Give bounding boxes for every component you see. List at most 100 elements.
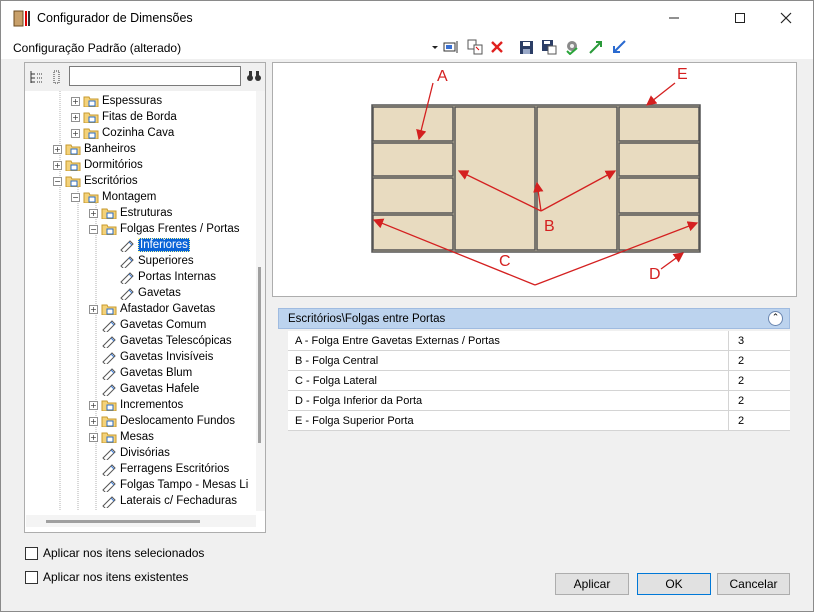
copy-config-button[interactable]: [466, 38, 484, 56]
category-tree[interactable]: + Espessuras + Fitas de Borda + Cozinha Cava +…: [26, 91, 256, 511]
import-button[interactable]: [610, 38, 628, 56]
save-as-button[interactable]: [540, 38, 558, 56]
export-button[interactable]: [587, 38, 605, 56]
apply-selected-option[interactable]: Aplicar nos itens selecionados: [25, 546, 204, 560]
tree-vertical-scrollbar[interactable]: [256, 91, 265, 511]
tree-node-label: Banheiros: [84, 143, 136, 155]
tree-expander[interactable]: +: [89, 304, 98, 314]
tree-node[interactable]: Gavetas Telescópicas: [89, 333, 232, 349]
app-icon: [13, 10, 30, 27]
tree-expander[interactable]: +: [71, 96, 80, 106]
delete-button[interactable]: [488, 38, 506, 56]
tree-node[interactable]: + Mesas: [89, 429, 154, 445]
tree-node[interactable]: + Banheiros: [53, 141, 136, 157]
tree-node[interactable]: Portas Internas: [107, 269, 216, 285]
tree-expander[interactable]: +: [89, 416, 98, 426]
tree-node[interactable]: Gavetas Comum: [89, 317, 206, 333]
tree-node-label: Escritórios: [84, 175, 138, 187]
tree-node[interactable]: Divisórias: [89, 445, 170, 461]
settings-check-button[interactable]: [563, 38, 581, 56]
apply-button[interactable]: Aplicar: [555, 573, 629, 595]
tree-expander[interactable]: −: [89, 224, 98, 234]
tree-node[interactable]: Gavetas: [107, 285, 181, 301]
window-title: Configurador de Dimensões: [37, 11, 193, 25]
tree-node-label: Gavetas Hafele: [120, 383, 200, 395]
tree-node-label: Superiores: [138, 255, 194, 267]
property-row[interactable]: C - Folga Lateral 2: [288, 371, 790, 391]
save-as-icon: [542, 40, 557, 55]
drawer-left-1: [372, 106, 454, 142]
tree-search-input[interactable]: [69, 66, 241, 86]
apply-existing-option[interactable]: Aplicar nos itens existentes: [25, 570, 188, 584]
property-row[interactable]: A - Folga Entre Gavetas Externas / Porta…: [288, 331, 790, 351]
folder-icon: [83, 112, 99, 123]
folder-icon: [83, 128, 99, 139]
tree-horizontal-scrollbar[interactable]: [26, 515, 256, 527]
property-row[interactable]: B - Folga Central 2: [288, 351, 790, 371]
tree-expander[interactable]: +: [71, 112, 80, 122]
tree-expander[interactable]: +: [89, 432, 98, 442]
tree-node[interactable]: + Incrementos: [89, 397, 183, 413]
collapse-all-button[interactable]: [48, 68, 66, 86]
config-item-icon: [102, 448, 116, 460]
tree-node[interactable]: + Dormitórios: [53, 157, 143, 173]
property-row[interactable]: E - Folga Superior Porta 2: [288, 411, 790, 431]
tree-node[interactable]: Ferragens Escritórios: [89, 461, 229, 477]
tree-node[interactable]: Laterais c/ Fechaduras: [89, 493, 237, 509]
tree-node-label: Mesas: [120, 431, 154, 443]
tree-node[interactable]: + Cozinha Cava: [71, 125, 174, 141]
expand-all-button[interactable]: [27, 68, 45, 86]
config-item-icon: [102, 496, 116, 508]
property-value[interactable]: 2: [728, 391, 790, 410]
folder-icon: [101, 400, 117, 411]
diagram-label-d: D: [649, 266, 661, 283]
tree-node[interactable]: − Folgas Frentes / Portas: [89, 221, 240, 237]
tree-node[interactable]: Gavetas Blum: [89, 365, 192, 381]
property-value[interactable]: 2: [728, 411, 790, 430]
collapse-button[interactable]: ⌃: [768, 311, 783, 326]
apply-selected-label: Aplicar nos itens selecionados: [43, 546, 205, 560]
search-button[interactable]: [245, 67, 263, 85]
tree-toolbar: [25, 63, 265, 91]
maximize-button[interactable]: [717, 1, 763, 35]
property-label: D - Folga Inferior da Porta: [295, 395, 423, 407]
tree-node[interactable]: − Escritórios: [53, 173, 138, 189]
tree-expander[interactable]: +: [71, 128, 80, 138]
ok-button[interactable]: OK: [637, 573, 711, 595]
tree-node[interactable]: Inferiores: [107, 237, 190, 253]
property-value[interactable]: 2: [728, 351, 790, 370]
close-button[interactable]: [763, 1, 809, 35]
tree-node[interactable]: + Estruturas: [89, 205, 172, 221]
apply-existing-checkbox[interactable]: [25, 570, 38, 584]
drawer-right-2: [618, 142, 700, 177]
tree-node[interactable]: − Montagem: [71, 189, 156, 205]
tree-expander[interactable]: +: [53, 144, 62, 154]
tree-expander[interactable]: −: [53, 176, 62, 186]
tree-horizontal-scroll-thumb[interactable]: [46, 520, 200, 523]
tree-node[interactable]: Gavetas Invisíveis: [89, 349, 213, 365]
tree-node[interactable]: + Fitas de Borda: [71, 109, 177, 125]
tree-expander[interactable]: +: [53, 160, 62, 170]
tree-node[interactable]: Folgas Tampo - Mesas Li: [89, 477, 248, 493]
rename-button[interactable]: [442, 38, 460, 56]
property-value[interactable]: 2: [728, 371, 790, 390]
tree-expander[interactable]: +: [89, 208, 98, 218]
tree-node[interactable]: Superiores: [107, 253, 194, 269]
property-value[interactable]: 3: [728, 331, 790, 350]
tree-expander[interactable]: +: [89, 400, 98, 410]
property-row[interactable]: D - Folga Inferior da Porta 2: [288, 391, 790, 411]
binoculars-icon: [247, 71, 261, 81]
tree-node[interactable]: Gavetas Hafele: [89, 381, 199, 397]
tree-expander[interactable]: −: [71, 192, 80, 202]
tree-node[interactable]: + Espessuras: [71, 93, 162, 109]
apply-selected-checkbox[interactable]: [25, 546, 38, 560]
minimize-button[interactable]: [651, 1, 697, 35]
folder-icon: [101, 416, 117, 427]
tree-node[interactable]: + Afastador Gavetas: [89, 301, 215, 317]
cancel-button[interactable]: Cancelar: [717, 573, 790, 595]
tree-panel: + Espessuras + Fitas de Borda + Cozinha Cava +…: [24, 62, 266, 533]
tree-vertical-scroll-thumb[interactable]: [258, 267, 261, 443]
save-button[interactable]: [517, 38, 535, 56]
config-item-icon: [120, 272, 134, 284]
tree-node[interactable]: + Deslocamento Fundos: [89, 413, 235, 429]
